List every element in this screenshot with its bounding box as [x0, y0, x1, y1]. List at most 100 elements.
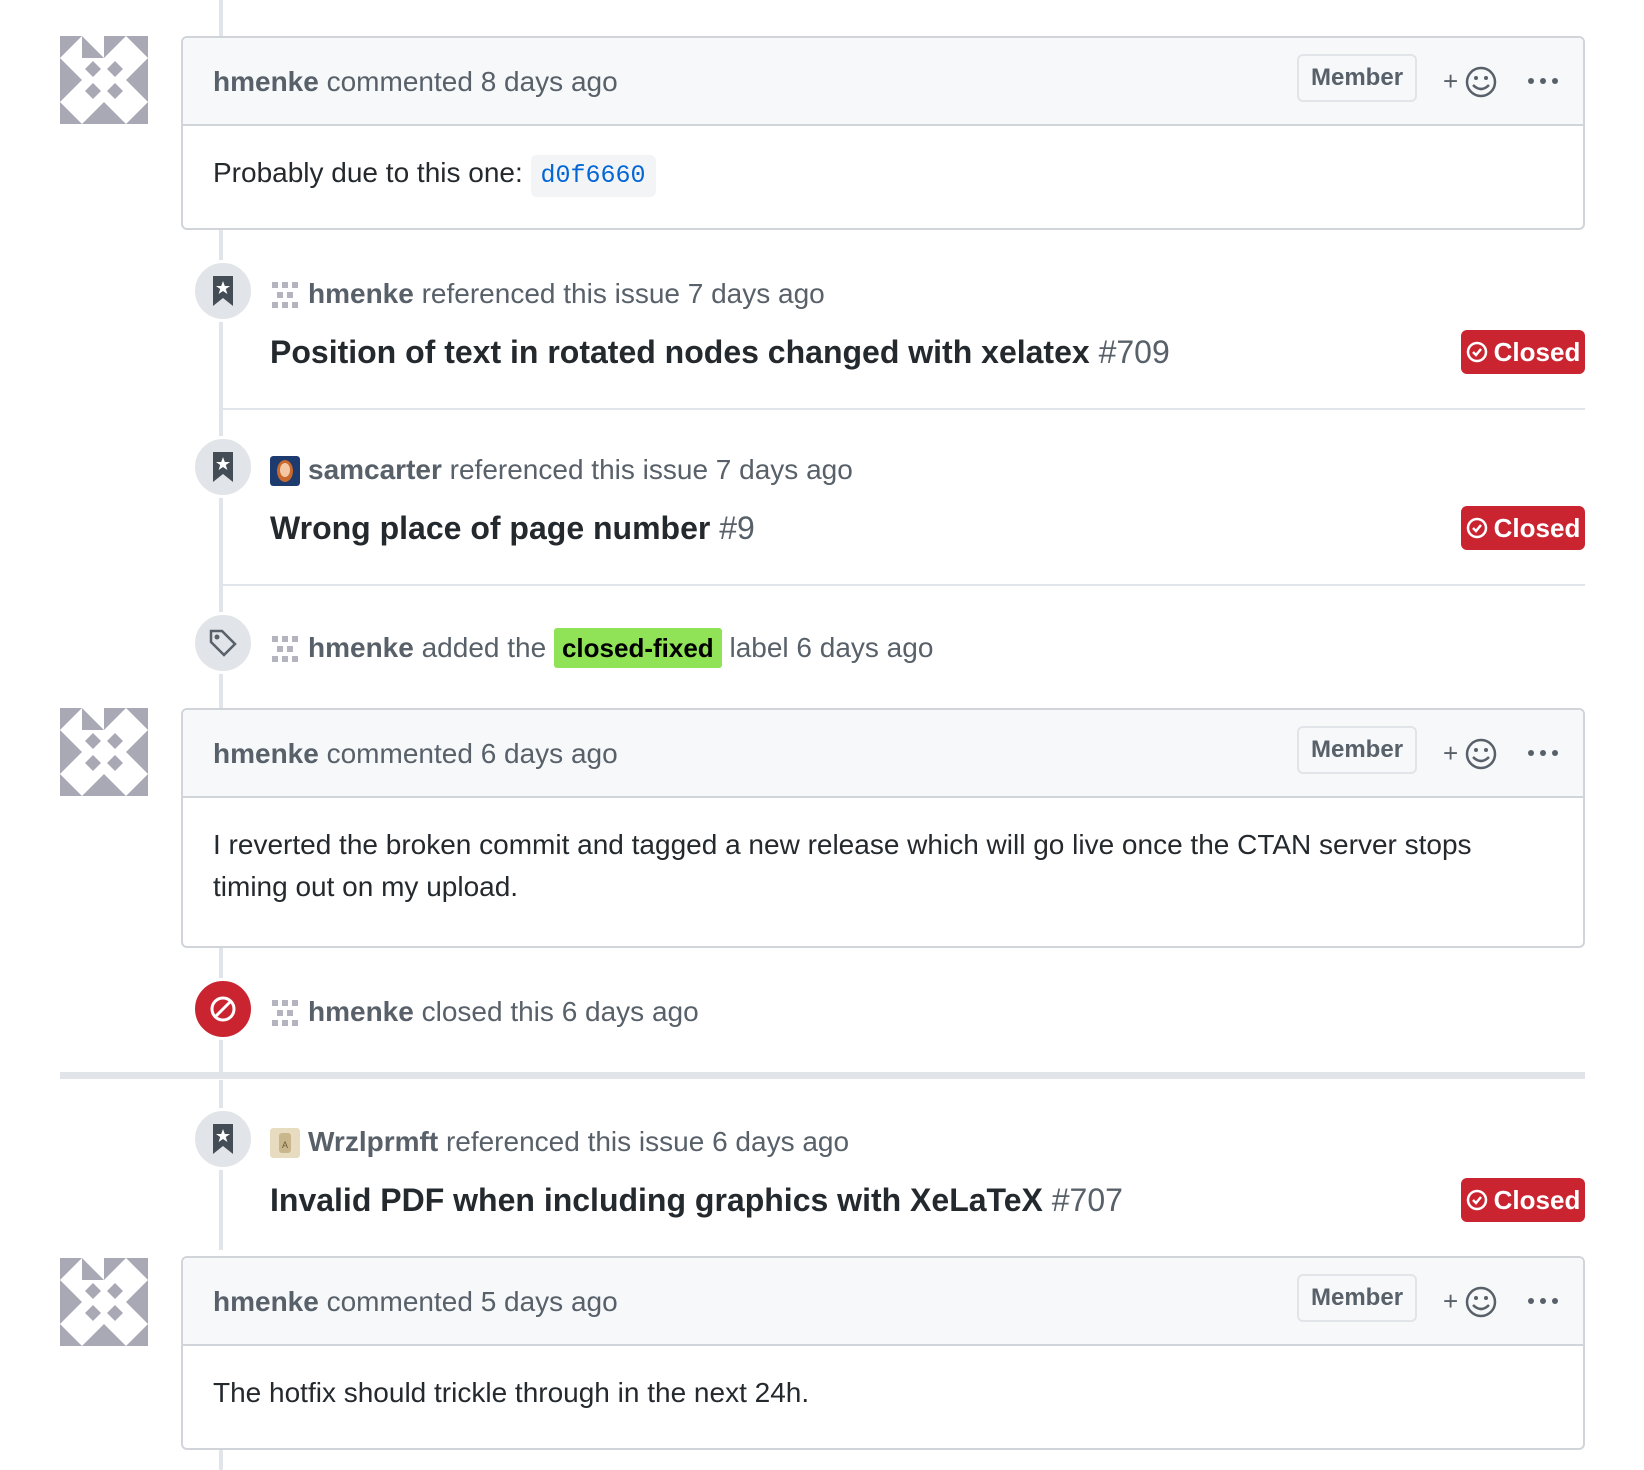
- identicon-avatar[interactable]: [270, 280, 300, 310]
- svg-text:+: +: [1443, 1286, 1458, 1316]
- svg-text:+: +: [1443, 738, 1458, 768]
- action-text: added the: [421, 632, 547, 663]
- smiley-icon[interactable]: +: [1443, 734, 1503, 774]
- timestamp-link[interactable]: 6 days ago: [562, 996, 699, 1027]
- member-badge: Member: [1297, 726, 1418, 774]
- author-link[interactable]: hmenke: [308, 632, 414, 663]
- closed-state-badge: Closed: [1461, 506, 1585, 550]
- label-chip[interactable]: closed-fixed: [553, 628, 722, 668]
- referenced-issue-title[interactable]: Invalid PDF when including graphics with…: [270, 1182, 1123, 1219]
- author-link[interactable]: Wrzlprmft: [308, 1126, 438, 1157]
- comment-text: I reverted the broken commit and tagged …: [213, 829, 1472, 902]
- close-event: hmenke closed this 6 days ago: [270, 996, 699, 1028]
- author-link[interactable]: hmenke: [213, 66, 319, 97]
- smiley-icon[interactable]: +: [1443, 1282, 1503, 1322]
- action-text: commented: [326, 66, 473, 97]
- issue-closed-icon: [1466, 1189, 1487, 1211]
- kebab-icon[interactable]: [1523, 66, 1563, 96]
- issue-closed-icon: [1466, 517, 1487, 539]
- timestamp-link[interactable]: 8 days ago: [481, 66, 618, 97]
- comment-meta: hmenke commented 8 days ago: [213, 66, 618, 98]
- identicon-avatar[interactable]: [60, 36, 148, 124]
- comment-header: hmenke commented 8 days ago Member +: [183, 38, 1583, 126]
- timestamp-link[interactable]: 7 days ago: [688, 278, 825, 309]
- author-link[interactable]: hmenke: [308, 278, 414, 309]
- issue-title[interactable]: Wrong place of page number: [270, 510, 710, 546]
- comment-body: The hotfix should trickle through in the…: [183, 1346, 1583, 1440]
- timestamp-link[interactable]: 6 days ago: [481, 738, 618, 769]
- comment-meta: hmenke commented 6 days ago: [213, 738, 618, 770]
- referenced-issue-title[interactable]: Wrong place of page number #9: [270, 510, 755, 547]
- bookmark-icon: [213, 452, 233, 482]
- comment-header: hmenke commented 5 days ago Member +: [183, 1258, 1583, 1346]
- label-badge: [192, 612, 254, 674]
- reference-badge: [192, 1108, 254, 1170]
- comment: hmenke commented 6 days ago Member + I r…: [181, 708, 1585, 948]
- smiley-icon[interactable]: +: [1443, 62, 1503, 102]
- member-badge: Member: [1297, 54, 1418, 102]
- kebab-icon[interactable]: [1523, 738, 1563, 768]
- action-text: referenced this issue: [449, 454, 709, 485]
- identicon-avatar[interactable]: [60, 708, 148, 796]
- bookmark-icon: [213, 1124, 233, 1154]
- timeline-rail: [219, 0, 223, 36]
- user-avatar[interactable]: [270, 456, 300, 486]
- user-avatar[interactable]: A: [270, 1128, 300, 1158]
- state-label: Closed: [1493, 336, 1581, 367]
- timeline-break: [60, 1072, 1585, 1079]
- issue-title[interactable]: Invalid PDF when including graphics with…: [270, 1182, 1043, 1218]
- comment: hmenke commented 5 days ago Member + The…: [181, 1256, 1585, 1450]
- identicon-avatar[interactable]: [270, 634, 300, 664]
- comment-text: The hotfix should trickle through in the…: [213, 1377, 810, 1408]
- closed-badge: [192, 978, 254, 1040]
- commit-link[interactable]: d0f6660: [530, 155, 656, 197]
- divider: [223, 408, 1585, 410]
- action-text: referenced this issue: [445, 1126, 705, 1157]
- state-label: Closed: [1493, 512, 1581, 543]
- svg-text:+: +: [1443, 66, 1458, 96]
- reference-badge: [192, 436, 254, 498]
- timeline-rail: [219, 1450, 223, 1470]
- action-text: referenced this issue: [421, 278, 680, 309]
- comment-header: hmenke commented 6 days ago Member +: [183, 710, 1583, 798]
- issue-number[interactable]: #709: [1099, 334, 1170, 370]
- member-badge: Member: [1297, 1274, 1418, 1322]
- label-event: hmenke added the closed-fixed label 6 da…: [270, 628, 933, 668]
- reference-event: hmenke referenced this issue 7 days ago: [270, 278, 825, 310]
- comment: hmenke commented 8 days ago Member + Pro…: [181, 36, 1585, 230]
- author-link[interactable]: hmenke: [213, 1286, 319, 1317]
- issue-number[interactable]: #9: [719, 510, 755, 546]
- action-text: closed this: [421, 996, 554, 1027]
- referenced-issue-title[interactable]: Position of text in rotated nodes change…: [270, 334, 1170, 371]
- issue-closed-icon: [1466, 341, 1487, 363]
- identicon-avatar[interactable]: [270, 998, 300, 1028]
- action-text: label 6 days ago: [729, 632, 934, 663]
- bookmark-icon: [213, 276, 233, 306]
- comment-text: Probably due to this one:: [213, 157, 523, 188]
- author-link[interactable]: samcarter: [308, 454, 442, 485]
- svg-text:A: A: [282, 1140, 288, 1150]
- closed-state-badge: Closed: [1461, 1178, 1585, 1222]
- comment-meta: hmenke commented 5 days ago: [213, 1286, 618, 1318]
- timestamp-link[interactable]: 6 days ago: [712, 1126, 849, 1157]
- action-text: commented: [326, 738, 473, 769]
- comment-body: Probably due to this one: d0f6660: [183, 126, 1583, 223]
- reference-badge: [192, 260, 254, 322]
- identicon-avatar[interactable]: [60, 1258, 148, 1346]
- issue-title[interactable]: Position of text in rotated nodes change…: [270, 334, 1090, 370]
- kebab-icon[interactable]: [1523, 1286, 1563, 1316]
- author-link[interactable]: hmenke: [308, 996, 414, 1027]
- author-link[interactable]: hmenke: [213, 738, 319, 769]
- tag-icon: [209, 629, 237, 657]
- issue-number[interactable]: #707: [1052, 1182, 1123, 1218]
- circle-slash-icon: [210, 996, 236, 1022]
- reference-event: A Wrzlprmft referenced this issue 6 days …: [270, 1126, 849, 1158]
- reference-event: samcarter referenced this issue 7 days a…: [270, 454, 853, 486]
- state-label: Closed: [1493, 1184, 1581, 1215]
- comment-body: I reverted the broken commit and tagged …: [183, 798, 1583, 934]
- timestamp-link[interactable]: 5 days ago: [481, 1286, 618, 1317]
- divider: [223, 584, 1585, 586]
- closed-state-badge: Closed: [1461, 330, 1585, 374]
- action-text: commented: [326, 1286, 473, 1317]
- timestamp-link[interactable]: 7 days ago: [716, 454, 853, 485]
